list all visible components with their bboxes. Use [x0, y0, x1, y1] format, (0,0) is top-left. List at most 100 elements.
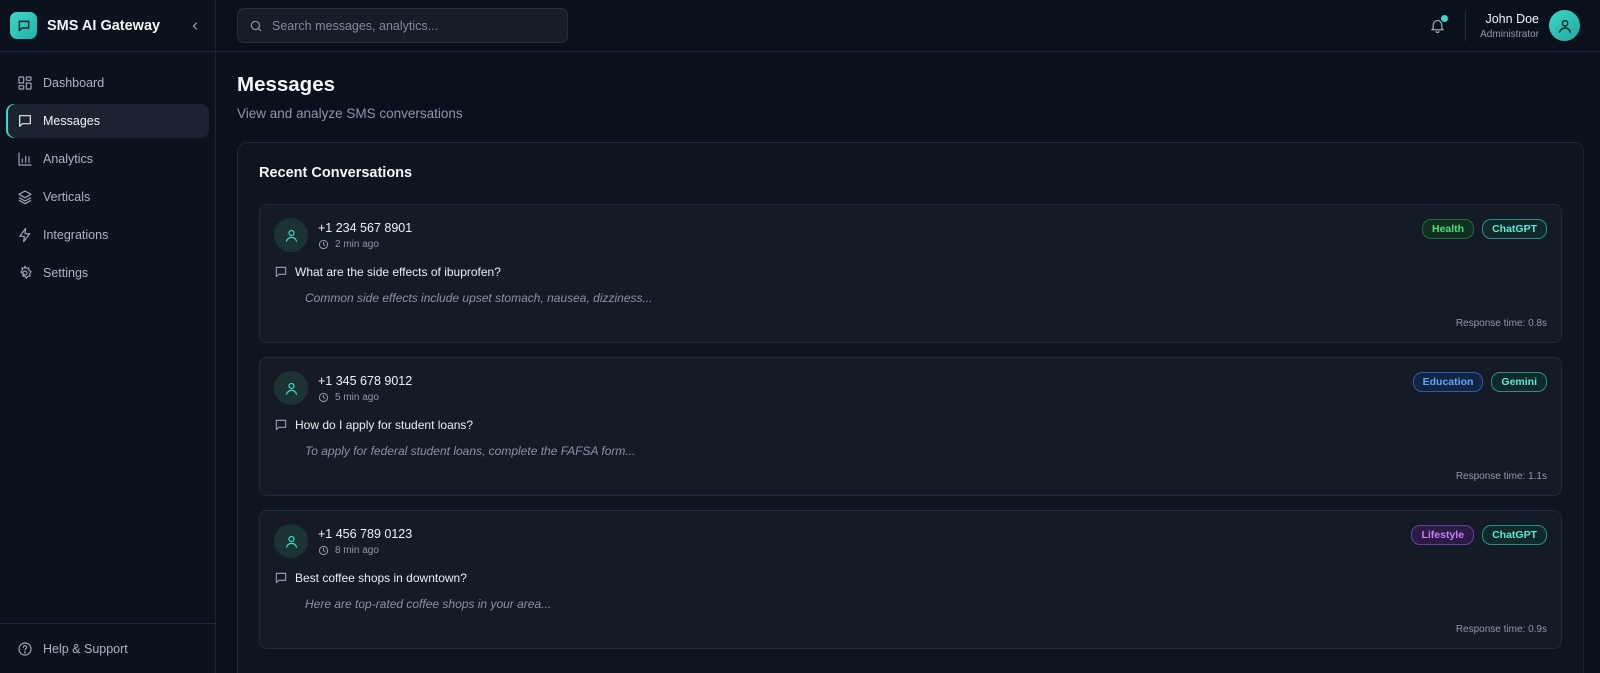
user-info: John Doe Administrator [1480, 12, 1539, 40]
app-root: SMS AI Gateway Dashboard Messages Analyt… [0, 0, 1600, 673]
question-text: Best coffee shops in downtown? [295, 571, 467, 585]
help-support-link[interactable]: Help & Support [17, 641, 128, 657]
conversation-header: +1 345 678 9012 5 min ago [274, 371, 1547, 405]
notifications-button[interactable] [1426, 14, 1449, 37]
contact-avatar [274, 371, 308, 405]
user-icon [285, 382, 297, 395]
search-icon [250, 20, 262, 31]
sidebar-item-label: Dashboard [43, 76, 105, 90]
conversation-list: +1 234 567 8901 2 min ago Health ChatGPT … [259, 204, 1562, 649]
question-text: How do I apply for student loans? [295, 418, 474, 432]
question-row: Best coffee shops in downtown? [274, 571, 1547, 585]
contact-avatar [274, 524, 308, 558]
panel-title: Recent Conversations [259, 165, 413, 181]
notification-dot [1441, 14, 1449, 22]
timestamp: 5 min ago [318, 392, 412, 403]
conversation-card[interactable]: +1 345 678 9012 5 min ago Education Gemin… [259, 357, 1562, 496]
app-title: SMS AI Gateway [47, 17, 161, 34]
message-icon [274, 418, 288, 432]
answer-preview: To apply for federal student loans, comp… [305, 444, 636, 458]
time-label: 5 min ago [335, 391, 379, 403]
sidebar-item-verticals[interactable]: Verticals [6, 180, 209, 214]
user-avatar[interactable] [1549, 10, 1580, 41]
response-time: Response time: 0.9s [1455, 624, 1547, 635]
brand-logo-icon [10, 12, 37, 39]
sidebar-item-integrations[interactable]: Integrations [6, 218, 209, 252]
sidebar-item-label: Integrations [43, 228, 109, 242]
sidebar-nav: Dashboard Messages Analytics Verticals I… [0, 52, 215, 290]
tag-badge: Education [1412, 372, 1484, 392]
dashboard-icon [17, 75, 33, 91]
user-icon [285, 229, 297, 242]
page-content: Messages View and analyze SMS conversati… [216, 52, 1600, 673]
topbar-divider [1465, 10, 1467, 41]
sidebar-item-settings[interactable]: Settings [6, 256, 209, 290]
tag-badge: ChatGPT [1482, 219, 1547, 239]
response-time: Response time: 0.8s [1455, 318, 1547, 329]
tag-badge: Health [1421, 219, 1475, 239]
page-title: Messages [237, 73, 336, 96]
main-area: John Doe Administrator Messages View and… [216, 0, 1600, 673]
sidebar-item-label: Messages [43, 114, 100, 128]
search-input[interactable] [272, 18, 552, 33]
sidebar-item-analytics[interactable]: Analytics [6, 142, 209, 176]
clock-icon [318, 545, 329, 556]
time-label: 2 min ago [335, 238, 379, 250]
chevron-left-icon [192, 21, 198, 30]
user-role: Administrator [1480, 28, 1539, 40]
conversation-card[interactable]: +1 456 789 0123 8 min ago Lifestyle ChatG… [259, 510, 1562, 649]
help-circle-icon [17, 641, 33, 657]
topbar-right: John Doe Administrator [1426, 10, 1580, 41]
sidebar-item-dashboard[interactable]: Dashboard [6, 66, 209, 100]
brand-header: SMS AI Gateway [0, 0, 215, 52]
message-icon [274, 571, 288, 585]
tag-badge: ChatGPT [1482, 525, 1547, 545]
sidebar-footer: Help & Support [0, 623, 215, 673]
layers-icon [17, 189, 33, 205]
user-icon [1558, 19, 1571, 33]
page-subtitle: View and analyze SMS conversations [237, 106, 463, 121]
sidebar-item-label: Verticals [43, 190, 91, 204]
tag-badges: Lifestyle ChatGPT [1403, 525, 1547, 545]
question-row: What are the side effects of ibuprofen? [274, 265, 1547, 279]
message-icon [17, 113, 33, 129]
tag-badges: Health ChatGPT [1414, 219, 1547, 239]
tag-badge: Gemini [1491, 372, 1547, 392]
clock-icon [318, 392, 329, 403]
conversation-card[interactable]: +1 234 567 8901 2 min ago Health ChatGPT … [259, 204, 1562, 343]
time-label: 8 min ago [335, 544, 379, 556]
tag-badge: Lifestyle [1411, 525, 1475, 545]
sidebar-item-label: Analytics [43, 152, 94, 166]
phone-number: +1 345 678 9012 [318, 373, 413, 388]
topbar: John Doe Administrator [216, 0, 1600, 52]
recent-conversations-panel: Recent Conversations +1 234 567 8901 2 m… [237, 142, 1584, 673]
conversation-meta: +1 345 678 9012 5 min ago [318, 374, 412, 403]
tag-badges: Education Gemini [1405, 372, 1547, 392]
sidebar: SMS AI Gateway Dashboard Messages Analyt… [0, 0, 216, 673]
user-icon [285, 535, 297, 548]
contact-avatar [274, 218, 308, 252]
answer-preview: Common side effects include upset stomac… [305, 291, 653, 305]
response-time: Response time: 1.1s [1455, 471, 1547, 482]
question-row: How do I apply for student loans? [274, 418, 1547, 432]
message-icon [274, 265, 288, 279]
help-support-label: Help & Support [43, 641, 128, 656]
question-text: What are the side effects of ibuprofen? [295, 265, 501, 279]
bolt-icon [17, 227, 33, 243]
sidebar-item-messages[interactable]: Messages [6, 104, 209, 138]
phone-number: +1 456 789 0123 [318, 526, 413, 541]
timestamp: 2 min ago [318, 239, 412, 250]
conversation-meta: +1 234 567 8901 2 min ago [318, 221, 412, 250]
collapse-sidebar-button[interactable] [185, 16, 205, 36]
conversation-header: +1 234 567 8901 2 min ago [274, 218, 1547, 252]
user-name: John Doe [1485, 11, 1539, 26]
phone-number: +1 234 567 8901 [318, 220, 413, 235]
bar-chart-icon [17, 151, 33, 167]
conversation-meta: +1 456 789 0123 8 min ago [318, 527, 412, 556]
search-box[interactable] [237, 8, 568, 43]
gear-icon [17, 265, 33, 281]
timestamp: 8 min ago [318, 545, 412, 556]
sidebar-item-label: Settings [43, 266, 89, 280]
answer-preview: Here are top-rated coffee shops in your … [305, 597, 552, 611]
conversation-header: +1 456 789 0123 8 min ago [274, 524, 1547, 558]
